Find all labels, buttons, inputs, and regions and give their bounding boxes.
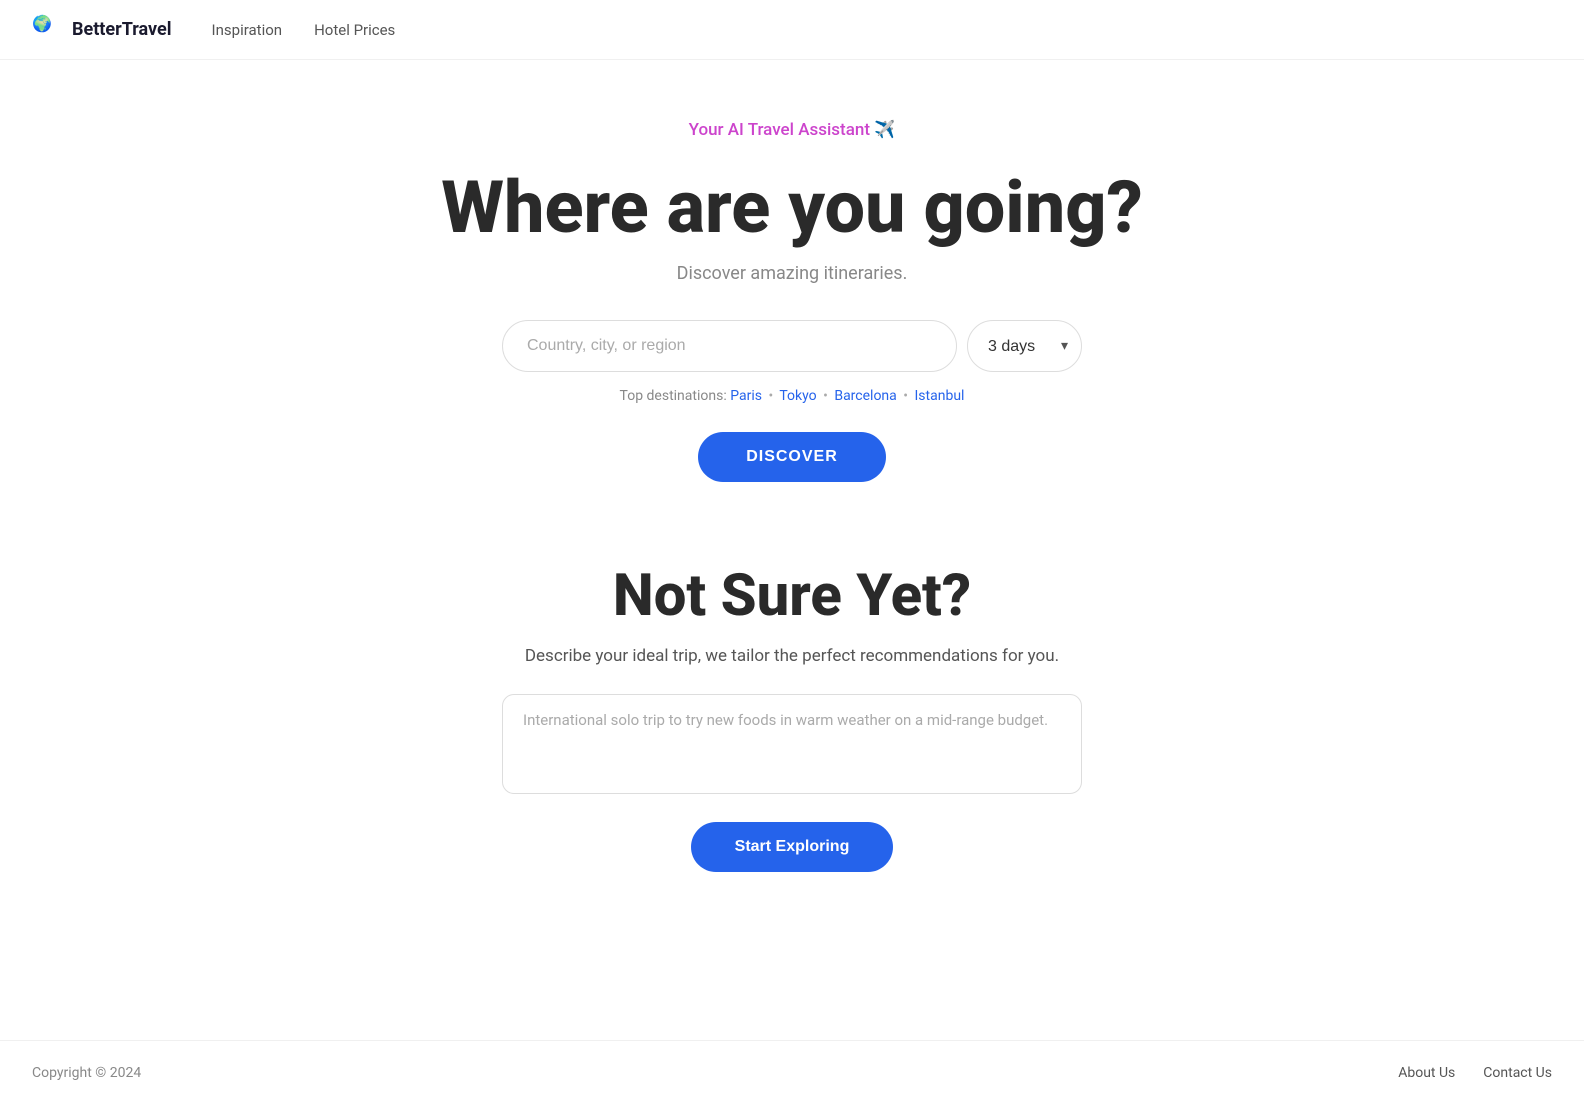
footer-links: About Us Contact Us (1398, 1065, 1552, 1081)
footer-copyright: Copyright © 2024 (32, 1065, 141, 1081)
footer-link-about-us[interactable]: About Us (1398, 1065, 1455, 1081)
not-sure-section: Not Sure Yet? Describe your ideal trip, … (0, 562, 1584, 872)
hero-subtitle: Discover amazing itineraries. (677, 263, 908, 284)
start-exploring-button[interactable]: Start Exploring (691, 822, 894, 872)
separator-1: • (768, 388, 773, 404)
search-input[interactable] (502, 320, 957, 372)
nav-links: Inspiration Hotel Prices (212, 21, 396, 39)
nav-link-hotel-prices[interactable]: Hotel Prices (314, 21, 395, 39)
not-sure-subtitle: Describe your ideal trip, we tailor the … (525, 646, 1059, 666)
top-destinations-label: Top destinations: (620, 388, 727, 404)
destination-paris[interactable]: Paris (730, 388, 762, 404)
destination-barcelona[interactable]: Barcelona (834, 388, 896, 404)
logo-icon: 🌍 (32, 14, 64, 46)
destination-istanbul[interactable]: Istanbul (915, 388, 965, 404)
ai-badge: Your AI Travel Assistant ✈️ (689, 120, 896, 140)
brand-name: BetterTravel (72, 19, 172, 40)
separator-2: • (823, 388, 828, 404)
navbar: 🌍 BetterTravel Inspiration Hotel Prices (0, 0, 1584, 60)
hero-title: Where are you going? (441, 168, 1143, 247)
trip-description-textarea[interactable] (502, 694, 1082, 794)
main-content: Your AI Travel Assistant ✈️ Where are yo… (0, 60, 1584, 1040)
top-destinations: Top destinations: Paris • Tokyo • Barcel… (620, 388, 965, 404)
footer-link-contact-us[interactable]: Contact Us (1483, 1065, 1552, 1081)
nav-link-inspiration[interactable]: Inspiration (212, 21, 283, 39)
logo[interactable]: 🌍 BetterTravel (32, 14, 172, 46)
not-sure-title: Not Sure Yet? (613, 562, 971, 630)
destination-tokyo[interactable]: Tokyo (779, 388, 816, 404)
search-container: 1 day 2 days 3 days 5 days 7 days 10 day… (502, 320, 1082, 372)
days-select[interactable]: 1 day 2 days 3 days 5 days 7 days 10 day… (967, 320, 1082, 372)
footer: Copyright © 2024 About Us Contact Us (0, 1040, 1584, 1105)
ai-badge-text: Your AI Travel Assistant ✈️ (689, 120, 896, 140)
days-select-wrapper: 1 day 2 days 3 days 5 days 7 days 10 day… (967, 320, 1082, 372)
separator-3: • (903, 388, 908, 404)
discover-button[interactable]: DISCOVER (698, 432, 886, 482)
